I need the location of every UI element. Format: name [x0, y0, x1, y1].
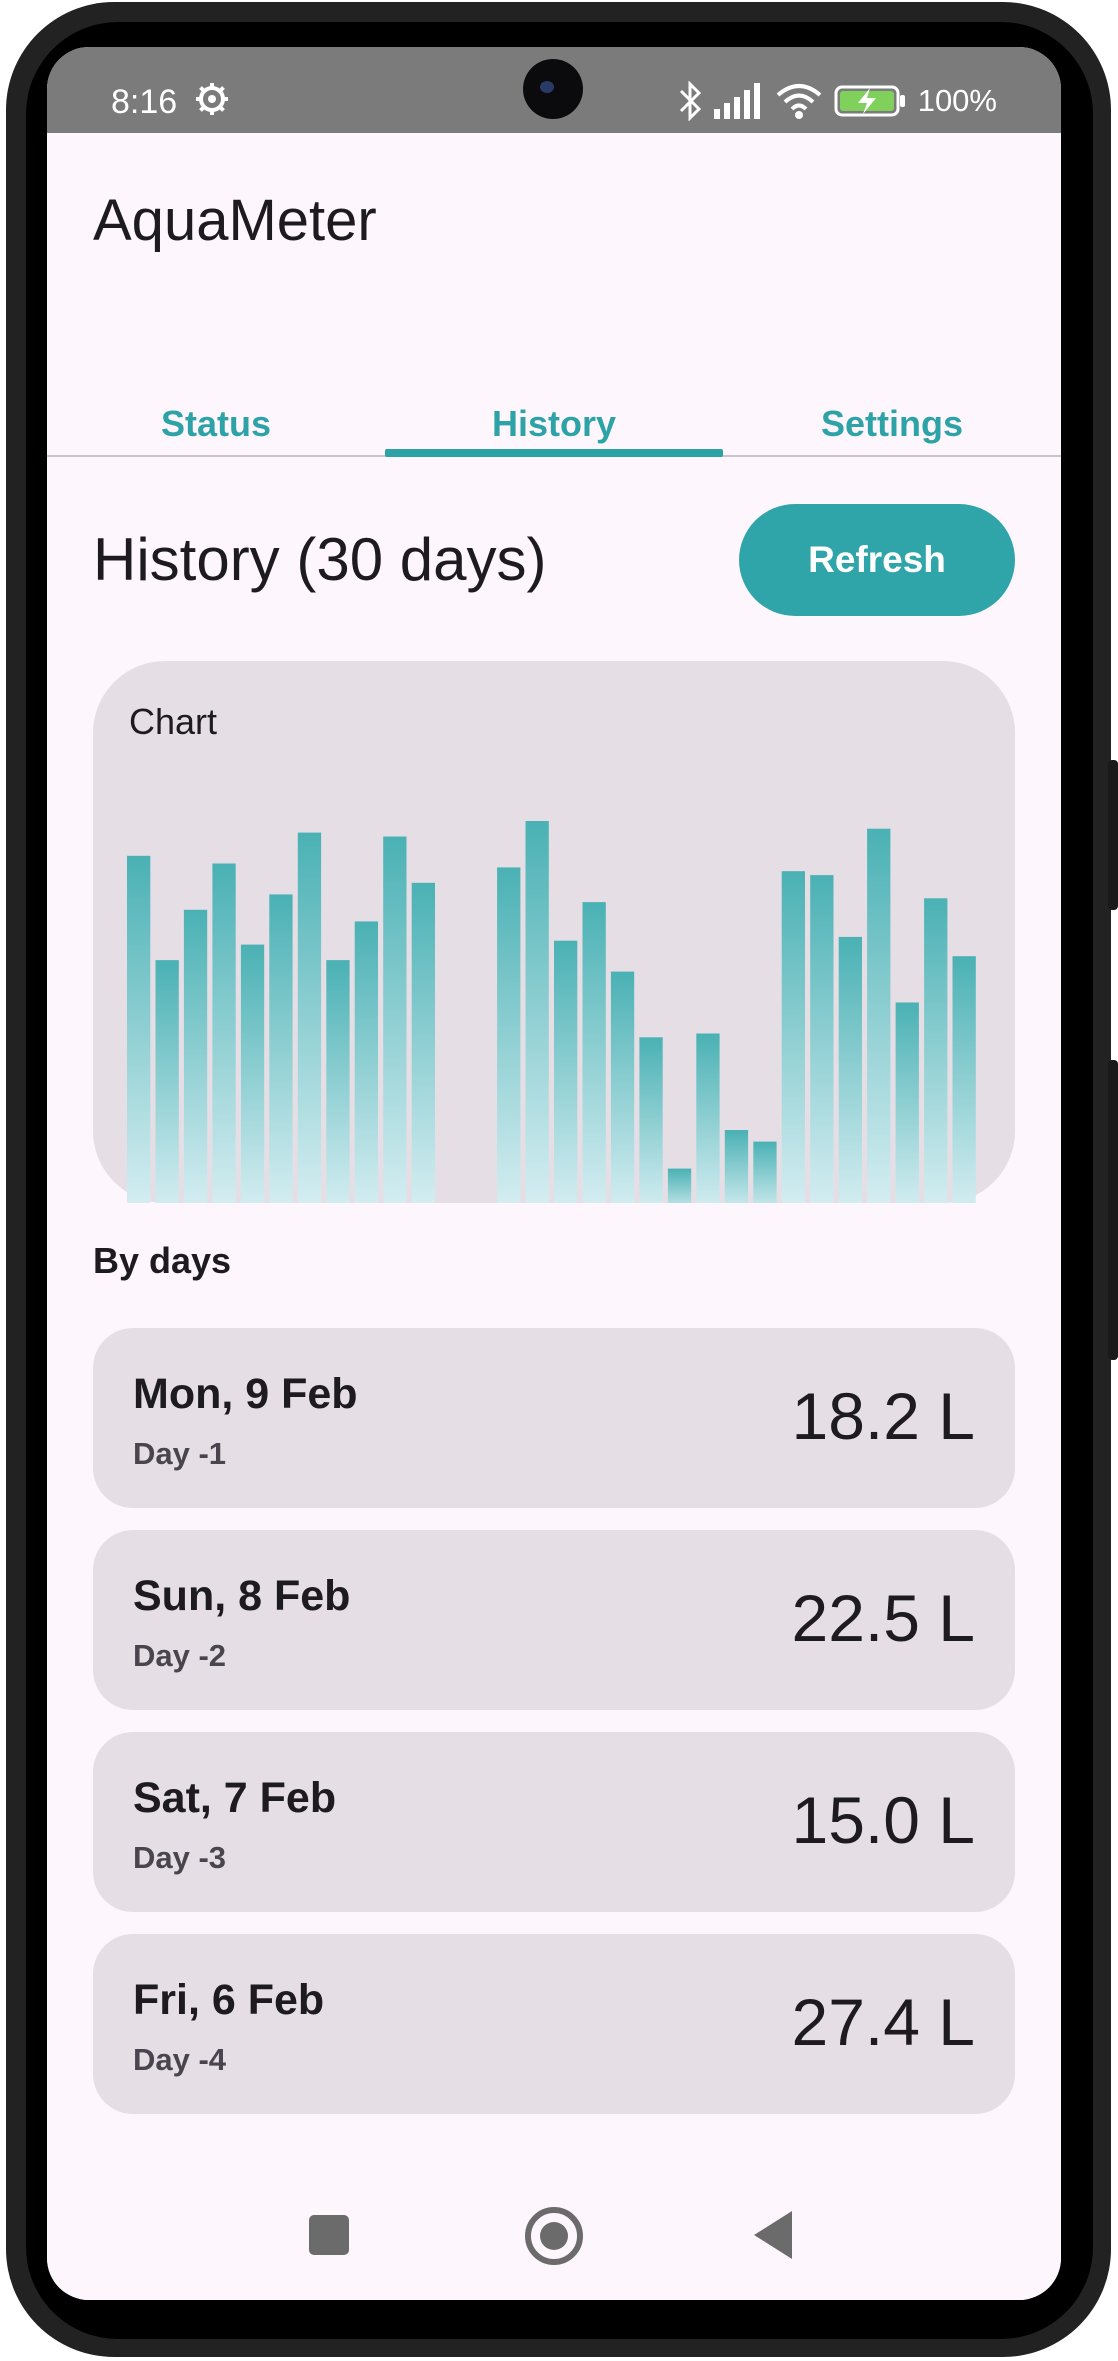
- signal-icon: [713, 83, 760, 119]
- day-date: Sun, 8 Feb: [133, 1572, 351, 1620]
- status-icons: 100%: [678, 81, 997, 121]
- home-button[interactable]: [525, 2207, 583, 2265]
- settings-gear-icon: [196, 83, 228, 115]
- tab-bar: Status History Settings: [47, 357, 1061, 457]
- phone-frame: 8:16 100% AquaMeter Status History Setti…: [0, 0, 1118, 2361]
- wifi-icon: [776, 84, 822, 119]
- day-usage-value: 22.5 L: [791, 1581, 976, 1655]
- chart-bar: [781, 871, 805, 1203]
- status-time: 8:16: [111, 83, 178, 121]
- refresh-button[interactable]: Refresh: [739, 504, 1015, 616]
- chart-bar: [582, 902, 606, 1203]
- chart-bar: [639, 1037, 663, 1203]
- chart-bar: [326, 960, 350, 1203]
- chart-bar: [838, 936, 862, 1203]
- chart-bar: [383, 836, 407, 1203]
- chart-bar: [554, 940, 578, 1203]
- page-title: History (30 days): [93, 526, 547, 593]
- chart-bar: [696, 1033, 720, 1203]
- day-card[interactable]: Sat, 7 Feb Day -3 15.0 L: [93, 1732, 1015, 1912]
- day-offset: Day -3: [133, 1840, 227, 1875]
- chart-bar: [354, 921, 378, 1203]
- chart-bar: [952, 956, 976, 1203]
- chart-bar: [724, 1130, 749, 1203]
- side-button-volume: [1108, 1060, 1118, 1360]
- front-camera: [523, 59, 583, 119]
- status-bar: 8:16 100%: [47, 47, 1061, 133]
- chart-bar: [212, 863, 236, 1203]
- chart-bar: [155, 960, 179, 1203]
- chart-bar: [411, 882, 435, 1203]
- by-days-heading: By days: [93, 1240, 232, 1281]
- back-button[interactable]: [754, 2211, 792, 2259]
- day-offset: Day -1: [133, 1436, 227, 1471]
- system-nav-bar: [47, 2167, 1061, 2300]
- chart-bar: [127, 855, 151, 1203]
- chart-bar: [667, 1168, 692, 1203]
- chart-bar: [183, 909, 208, 1203]
- chart-bar: [753, 1141, 777, 1203]
- chart-bar: [525, 821, 549, 1203]
- chart-bar: [269, 894, 293, 1203]
- day-usage-value: 18.2 L: [791, 1379, 976, 1453]
- battery-percent: 100%: [917, 83, 997, 118]
- tab-history[interactable]: History: [385, 357, 723, 455]
- day-card[interactable]: Sun, 8 Feb Day -2 22.5 L: [93, 1530, 1015, 1710]
- day-offset: Day -2: [133, 1638, 227, 1673]
- tab-settings[interactable]: Settings: [723, 357, 1061, 455]
- day-date: Fri, 6 Feb: [133, 1976, 325, 2024]
- day-date: Sat, 7 Feb: [133, 1774, 337, 1822]
- side-button-power: [1108, 760, 1118, 910]
- usage-bar-chart: [127, 821, 976, 1203]
- chart-bar: [867, 828, 891, 1203]
- active-tab-indicator: [385, 449, 723, 457]
- bluetooth-icon: [679, 81, 701, 121]
- chart-bar: [895, 1002, 919, 1203]
- battery-charging-icon: [834, 85, 905, 117]
- day-offset: Day -4: [133, 2042, 227, 2077]
- chart-card: Chart: [93, 661, 1015, 1203]
- day-usage-value: 27.4 L: [791, 1985, 976, 2059]
- chart-bar: [240, 944, 265, 1203]
- day-card[interactable]: Mon, 9 Feb Day -1 18.2 L: [93, 1328, 1015, 1508]
- chart-bar: [497, 867, 521, 1203]
- chart-bar: [610, 971, 635, 1203]
- screen: 8:16 100% AquaMeter Status History Setti…: [47, 47, 1061, 2300]
- day-card[interactable]: Fri, 6 Feb Day -4 27.4 L: [93, 1934, 1015, 2114]
- chart-bar: [297, 832, 322, 1203]
- day-usage-value: 15.0 L: [791, 1783, 976, 1857]
- chart-bar: [924, 898, 948, 1203]
- day-date: Mon, 9 Feb: [133, 1370, 358, 1418]
- tab-status[interactable]: Status: [47, 357, 385, 455]
- chart-bar: [810, 875, 834, 1203]
- recents-button[interactable]: [309, 2215, 349, 2255]
- app-title: AquaMeter: [93, 188, 377, 253]
